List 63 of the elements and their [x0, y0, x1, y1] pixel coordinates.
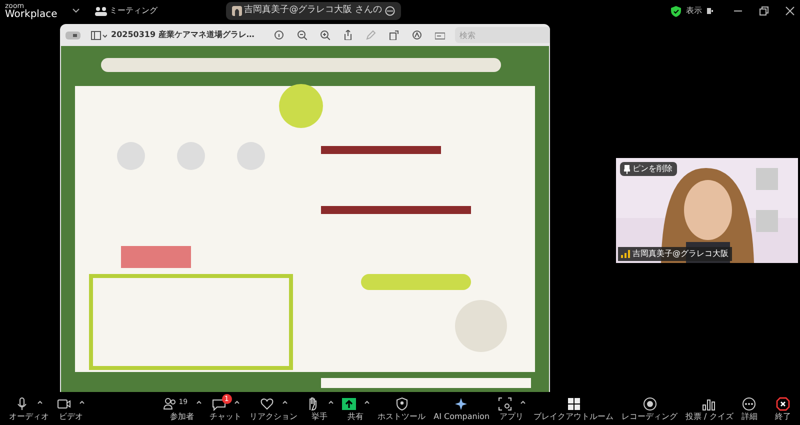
caret-icon[interactable] [234, 400, 240, 404]
more-icon[interactable] [384, 6, 395, 16]
toolbar-button[interactable]: レコーディング [618, 396, 682, 422]
toolbar-button[interactable]: ビデオ [53, 396, 89, 422]
apps-icon [498, 396, 512, 410]
share-label: 吉岡真美子@グラレコ大阪 さんの [244, 4, 382, 18]
caret-icon[interactable] [364, 400, 370, 404]
participant-name: 吉岡真美子@グラレコ大阪 [632, 248, 728, 260]
participants-icon [162, 396, 177, 410]
unpin-button[interactable]: ピンを削除 [620, 162, 676, 176]
sparkle-icon [454, 396, 469, 410]
toolbar-button[interactable]: 終了 [771, 396, 795, 422]
display-icon [707, 7, 713, 15]
rotate-icon[interactable] [389, 30, 400, 40]
toolbar-button[interactable]: オーディオ [5, 396, 53, 422]
search-field[interactable]: 検索 [455, 27, 550, 43]
people-icon [95, 6, 108, 16]
toolbar-button[interactable]: ブレイクアウトルーム [530, 396, 618, 422]
meeting-menu[interactable]: ミーティング [110, 5, 158, 17]
toolbar-button[interactable]: 投票 / クイズ [682, 396, 738, 422]
chevron-down-icon[interactable] [72, 8, 80, 14]
toolbar-button[interactable]: リアクション [246, 396, 302, 422]
video-camera-icon [57, 396, 71, 410]
form-icon[interactable] [435, 30, 446, 40]
sidebar-toggle-icon[interactable] [65, 30, 81, 40]
signal-icon [621, 250, 630, 258]
caret-icon[interactable] [520, 400, 526, 404]
toolbar-button[interactable]: アプリ [494, 396, 530, 422]
heart-icon [260, 396, 274, 410]
zoom-out-icon[interactable] [297, 30, 308, 40]
share-screen-icon [342, 396, 356, 410]
bar-chart-icon [702, 396, 716, 410]
avatar-icon [232, 6, 242, 16]
share-indicator[interactable]: 吉岡真美子@グラレコ大阪 さんの [226, 2, 401, 20]
caret-icon[interactable] [37, 400, 43, 404]
view-button[interactable]: 表示 [686, 5, 702, 17]
info-icon[interactable] [274, 30, 284, 40]
caret-icon[interactable] [328, 400, 334, 404]
toolbar-button[interactable]: 挙手 [302, 396, 338, 422]
microphone-icon [15, 396, 29, 410]
more-icon [742, 396, 756, 410]
caret-icon[interactable] [282, 400, 288, 404]
shield-check-icon [671, 6, 681, 16]
markup-icon[interactable] [412, 30, 422, 40]
chat-icon [212, 396, 226, 410]
toolbar-button[interactable]: AI Companion [430, 396, 494, 422]
document-title: 20250319 産業ケアマネ道場グラレ… [111, 29, 254, 41]
toolbar-button[interactable]: 詳細 [737, 396, 762, 422]
close-icon[interactable] [785, 6, 795, 16]
record-icon [642, 396, 657, 410]
caret-icon[interactable] [196, 400, 202, 404]
pin-icon [624, 164, 630, 174]
share-icon[interactable] [343, 30, 354, 40]
zoom-in-icon[interactable] [320, 30, 330, 40]
caret-icon[interactable] [79, 400, 85, 404]
logo-text: Workplace [5, 10, 58, 20]
toolbar-button[interactable]: ホストツール [374, 396, 430, 422]
shield-icon [394, 396, 409, 410]
restore-icon[interactable] [759, 6, 769, 16]
end-icon [776, 396, 790, 410]
sidebar-icon[interactable] [91, 30, 107, 40]
toolbar-button[interactable]: 共有 [338, 396, 374, 422]
grid-icon [566, 396, 581, 410]
